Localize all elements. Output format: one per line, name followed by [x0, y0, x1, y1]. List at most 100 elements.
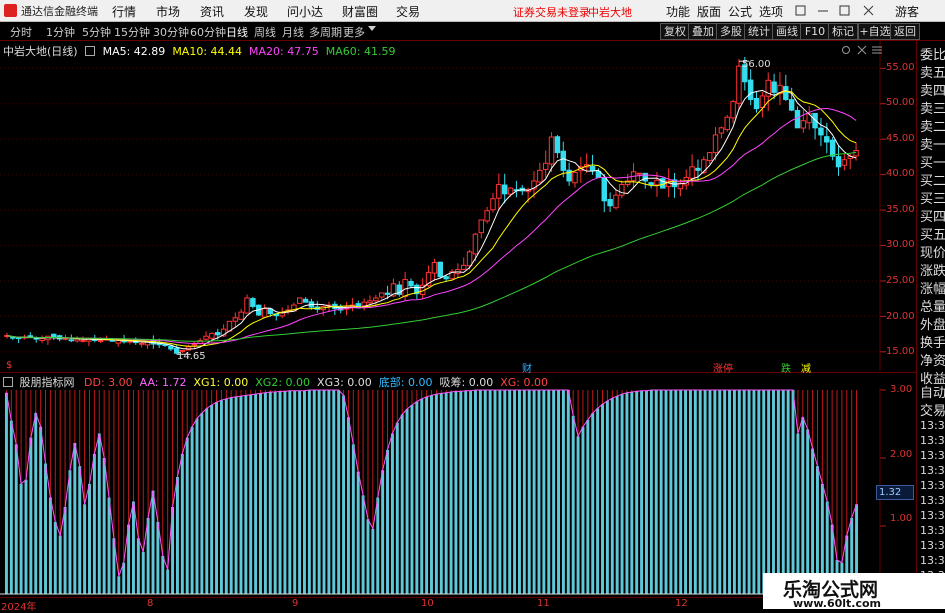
candle-body: [361, 301, 367, 307]
candle-body: [501, 184, 508, 195]
candle-body: [62, 337, 69, 340]
chart-controls: [842, 45, 882, 55]
ind-xg2: XG2: 0.00: [255, 376, 311, 389]
indicator-toggle-icon[interactable]: [3, 377, 13, 387]
quote-label: 卖四: [920, 84, 945, 99]
candle-body: [689, 166, 695, 179]
candle-body: [648, 182, 654, 186]
fuquan-button[interactable]: 复权: [660, 23, 690, 40]
ind-aa: AA: 1.72: [139, 376, 187, 389]
menu-gongneng[interactable]: 功能: [666, 3, 690, 20]
quote-label: 13:35: [920, 464, 945, 477]
candle-body: [373, 297, 379, 302]
quote-label: 卖五: [920, 66, 945, 81]
f10-button[interactable]: F10: [800, 23, 830, 40]
watermark-url: www.60lt.com: [793, 597, 882, 610]
menu-wenxiaoda[interactable]: 问小达: [287, 3, 323, 20]
date-label: 12: [675, 598, 688, 609]
ma20-label: MA20: 47.75: [249, 45, 319, 58]
tab-weekly[interactable]: 周线: [254, 24, 276, 40]
add-watchlist-button[interactable]: +自选: [858, 23, 892, 40]
main-kline-chart[interactable]: [0, 41, 916, 371]
expand-icon[interactable]: [872, 46, 882, 54]
tab-60min[interactable]: 60分钟: [190, 24, 226, 40]
high-price-label: 56.00: [742, 59, 771, 70]
indicator-name: 股朋指标网: [19, 376, 75, 389]
stock-title: 中岩大地(日线): [3, 45, 78, 58]
menu-faxian[interactable]: 发现: [244, 3, 268, 20]
quote-label: 13:35: [920, 449, 945, 462]
mark-button[interactable]: 标记: [828, 23, 858, 40]
tab-monthly[interactable]: 月线: [282, 24, 304, 40]
candle-body: [818, 127, 824, 136]
event-marker-dollar[interactable]: $: [6, 360, 12, 371]
stock-name-status: 中岩大地: [588, 6, 632, 19]
menu-xuanxiang[interactable]: 选项: [759, 3, 783, 20]
menu-banmian[interactable]: 版面: [697, 3, 721, 20]
candle-body: [232, 317, 239, 322]
legend-toggle-icon[interactable]: [85, 46, 96, 56]
candle-body: [788, 99, 795, 111]
event-marker-limit-up[interactable]: 涨停: [713, 360, 733, 375]
y-tick: 45.00: [886, 133, 915, 144]
tab-15min[interactable]: 15分钟: [114, 24, 150, 40]
quote-label: 换手: [920, 336, 945, 351]
quote-label: 13:35: [920, 554, 945, 567]
tab-daily[interactable]: 日线: [226, 24, 248, 40]
menu-gongshi[interactable]: 公式: [728, 3, 752, 20]
quote-label: 买二: [920, 174, 945, 189]
ind-xg3: XG3: 0.00: [317, 376, 372, 389]
overlay-button[interactable]: 叠加: [688, 23, 718, 40]
menu-zixun[interactable]: 资讯: [200, 3, 224, 20]
tab-multi-period[interactable]: 多周期: [309, 24, 342, 40]
login-status[interactable]: 证券交易未登录: [513, 4, 590, 20]
close-chart-icon[interactable]: [857, 45, 867, 55]
quote-label: 买一: [920, 156, 945, 171]
event-marker-fall[interactable]: 跌: [781, 360, 791, 375]
date-label: 9: [292, 598, 299, 609]
quote-label: 13:35: [920, 524, 945, 537]
candle-body: [367, 300, 373, 304]
settings-icon[interactable]: [842, 46, 850, 54]
menu-caifuquan[interactable]: 财富圈: [342, 3, 378, 20]
tab-fenshi[interactable]: 分时: [10, 24, 32, 40]
candle-body: [402, 279, 408, 297]
candle-body: [636, 172, 643, 175]
event-marker-finance[interactable]: 财: [522, 360, 532, 375]
candle-body: [736, 65, 742, 104]
candle-body: [15, 337, 22, 340]
candle-body: [759, 95, 766, 108]
multi-stock-button[interactable]: 多股: [716, 23, 746, 40]
draw-line-button[interactable]: 画线: [772, 23, 802, 40]
event-marker-reduce[interactable]: 减: [801, 360, 811, 375]
candle-body: [724, 116, 730, 131]
quote-label: 总量: [920, 300, 945, 315]
candle-body: [601, 177, 607, 202]
guest-button[interactable]: 游客: [895, 3, 919, 20]
candle-body: [408, 280, 414, 287]
menu-jiaoyi[interactable]: 交易: [396, 3, 420, 20]
tab-30min[interactable]: 30分钟: [153, 24, 189, 40]
indicator-chart[interactable]: [0, 388, 916, 598]
candle-body: [607, 198, 613, 207]
tab-1min[interactable]: 1分钟: [46, 24, 75, 40]
candle-body: [730, 101, 736, 119]
more-dropdown-icon[interactable]: [368, 26, 376, 31]
back-button[interactable]: 返回: [890, 23, 920, 40]
app-title-text: 通达信金融终端: [21, 4, 98, 18]
tab-5min[interactable]: 5分钟: [82, 24, 111, 40]
tab-more[interactable]: 更多: [343, 24, 365, 40]
ma10-label: MA10: 44.44: [172, 45, 243, 58]
y-tick: 25.00: [886, 275, 915, 286]
quote-side-panel: 委比 卖五 卖四 卖三 卖二 卖一 买一 买二 买三 买四 买五 现价 涨跌 涨幅 总量 外盘 换手 净资 收益 自动…: [916, 41, 945, 609]
candle-body: [800, 120, 807, 129]
menu-hangqing[interactable]: 行情: [112, 3, 136, 20]
period-toolbar: 分时 1分钟 5分钟 15分钟 30分钟 60分钟 日线 周线 月线 多周期 更…: [0, 22, 945, 41]
low-price-label: 14.65: [177, 351, 206, 362]
menu-shichang[interactable]: 市场: [156, 3, 180, 20]
sub-y-tick: 3.00: [890, 384, 913, 395]
y-tick: 40.00: [886, 168, 915, 179]
quote-label: 卖二: [920, 120, 945, 135]
stats-button[interactable]: 统计: [744, 23, 774, 40]
quote-label: 外盘: [920, 318, 945, 333]
